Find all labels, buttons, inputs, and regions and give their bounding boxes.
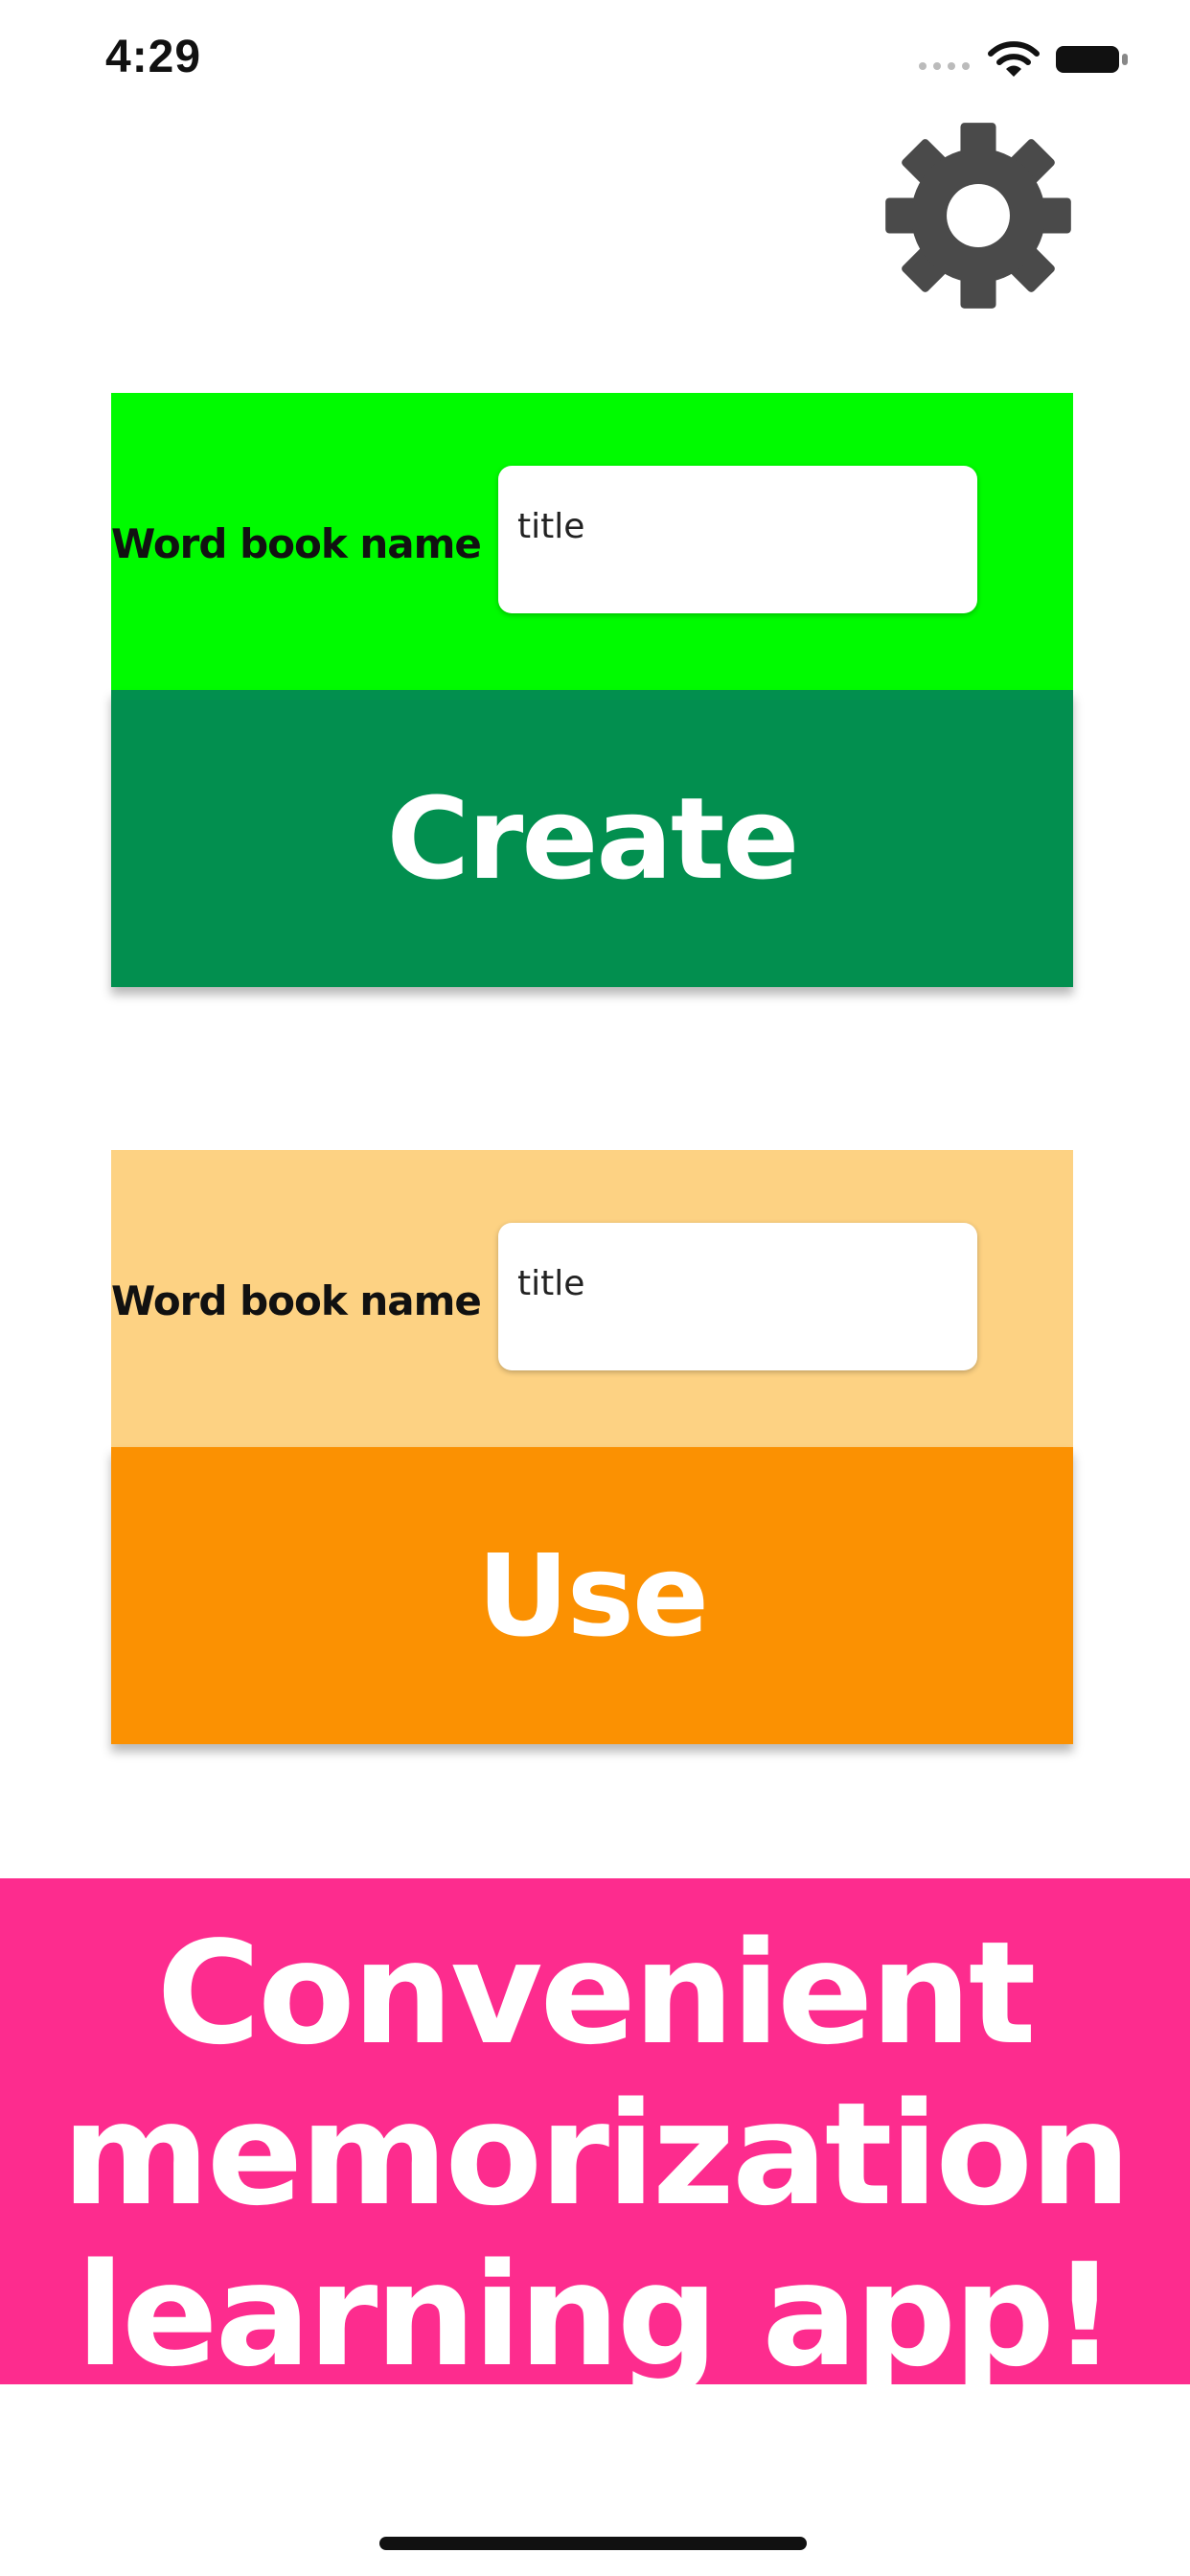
promo-banner: Convenient memorization learning app!: [0, 1878, 1190, 2384]
create-wordbook-name-label: Word book name: [111, 520, 482, 567]
status-bar: 4:29: [0, 0, 1190, 125]
home-indicator[interactable]: [379, 2537, 807, 2550]
signal-dots-icon: [919, 62, 970, 70]
create-button[interactable]: Create: [111, 690, 1073, 987]
use-wordbook-name-input[interactable]: [498, 1223, 977, 1370]
promo-banner-line: memorization: [61, 2072, 1132, 2237]
use-button[interactable]: Use: [111, 1447, 1073, 1744]
create-wordbook-panel: Word book name: [111, 393, 1073, 690]
promo-banner-text: Convenient memorization learning app!: [0, 1913, 1190, 2384]
use-wordbook-panel: Word book name: [111, 1150, 1073, 1447]
status-time: 4:29: [105, 32, 202, 82]
battery-icon: [1056, 46, 1128, 73]
create-wordbook-name-input[interactable]: [498, 466, 977, 613]
promo-banner-line: Convenient: [156, 1911, 1036, 2076]
gear-icon[interactable]: [880, 117, 1077, 314]
wifi-icon: [988, 41, 1040, 77]
use-wordbook-name-label: Word book name: [111, 1277, 482, 1324]
promo-banner-line: learning app!: [76, 2233, 1116, 2384]
